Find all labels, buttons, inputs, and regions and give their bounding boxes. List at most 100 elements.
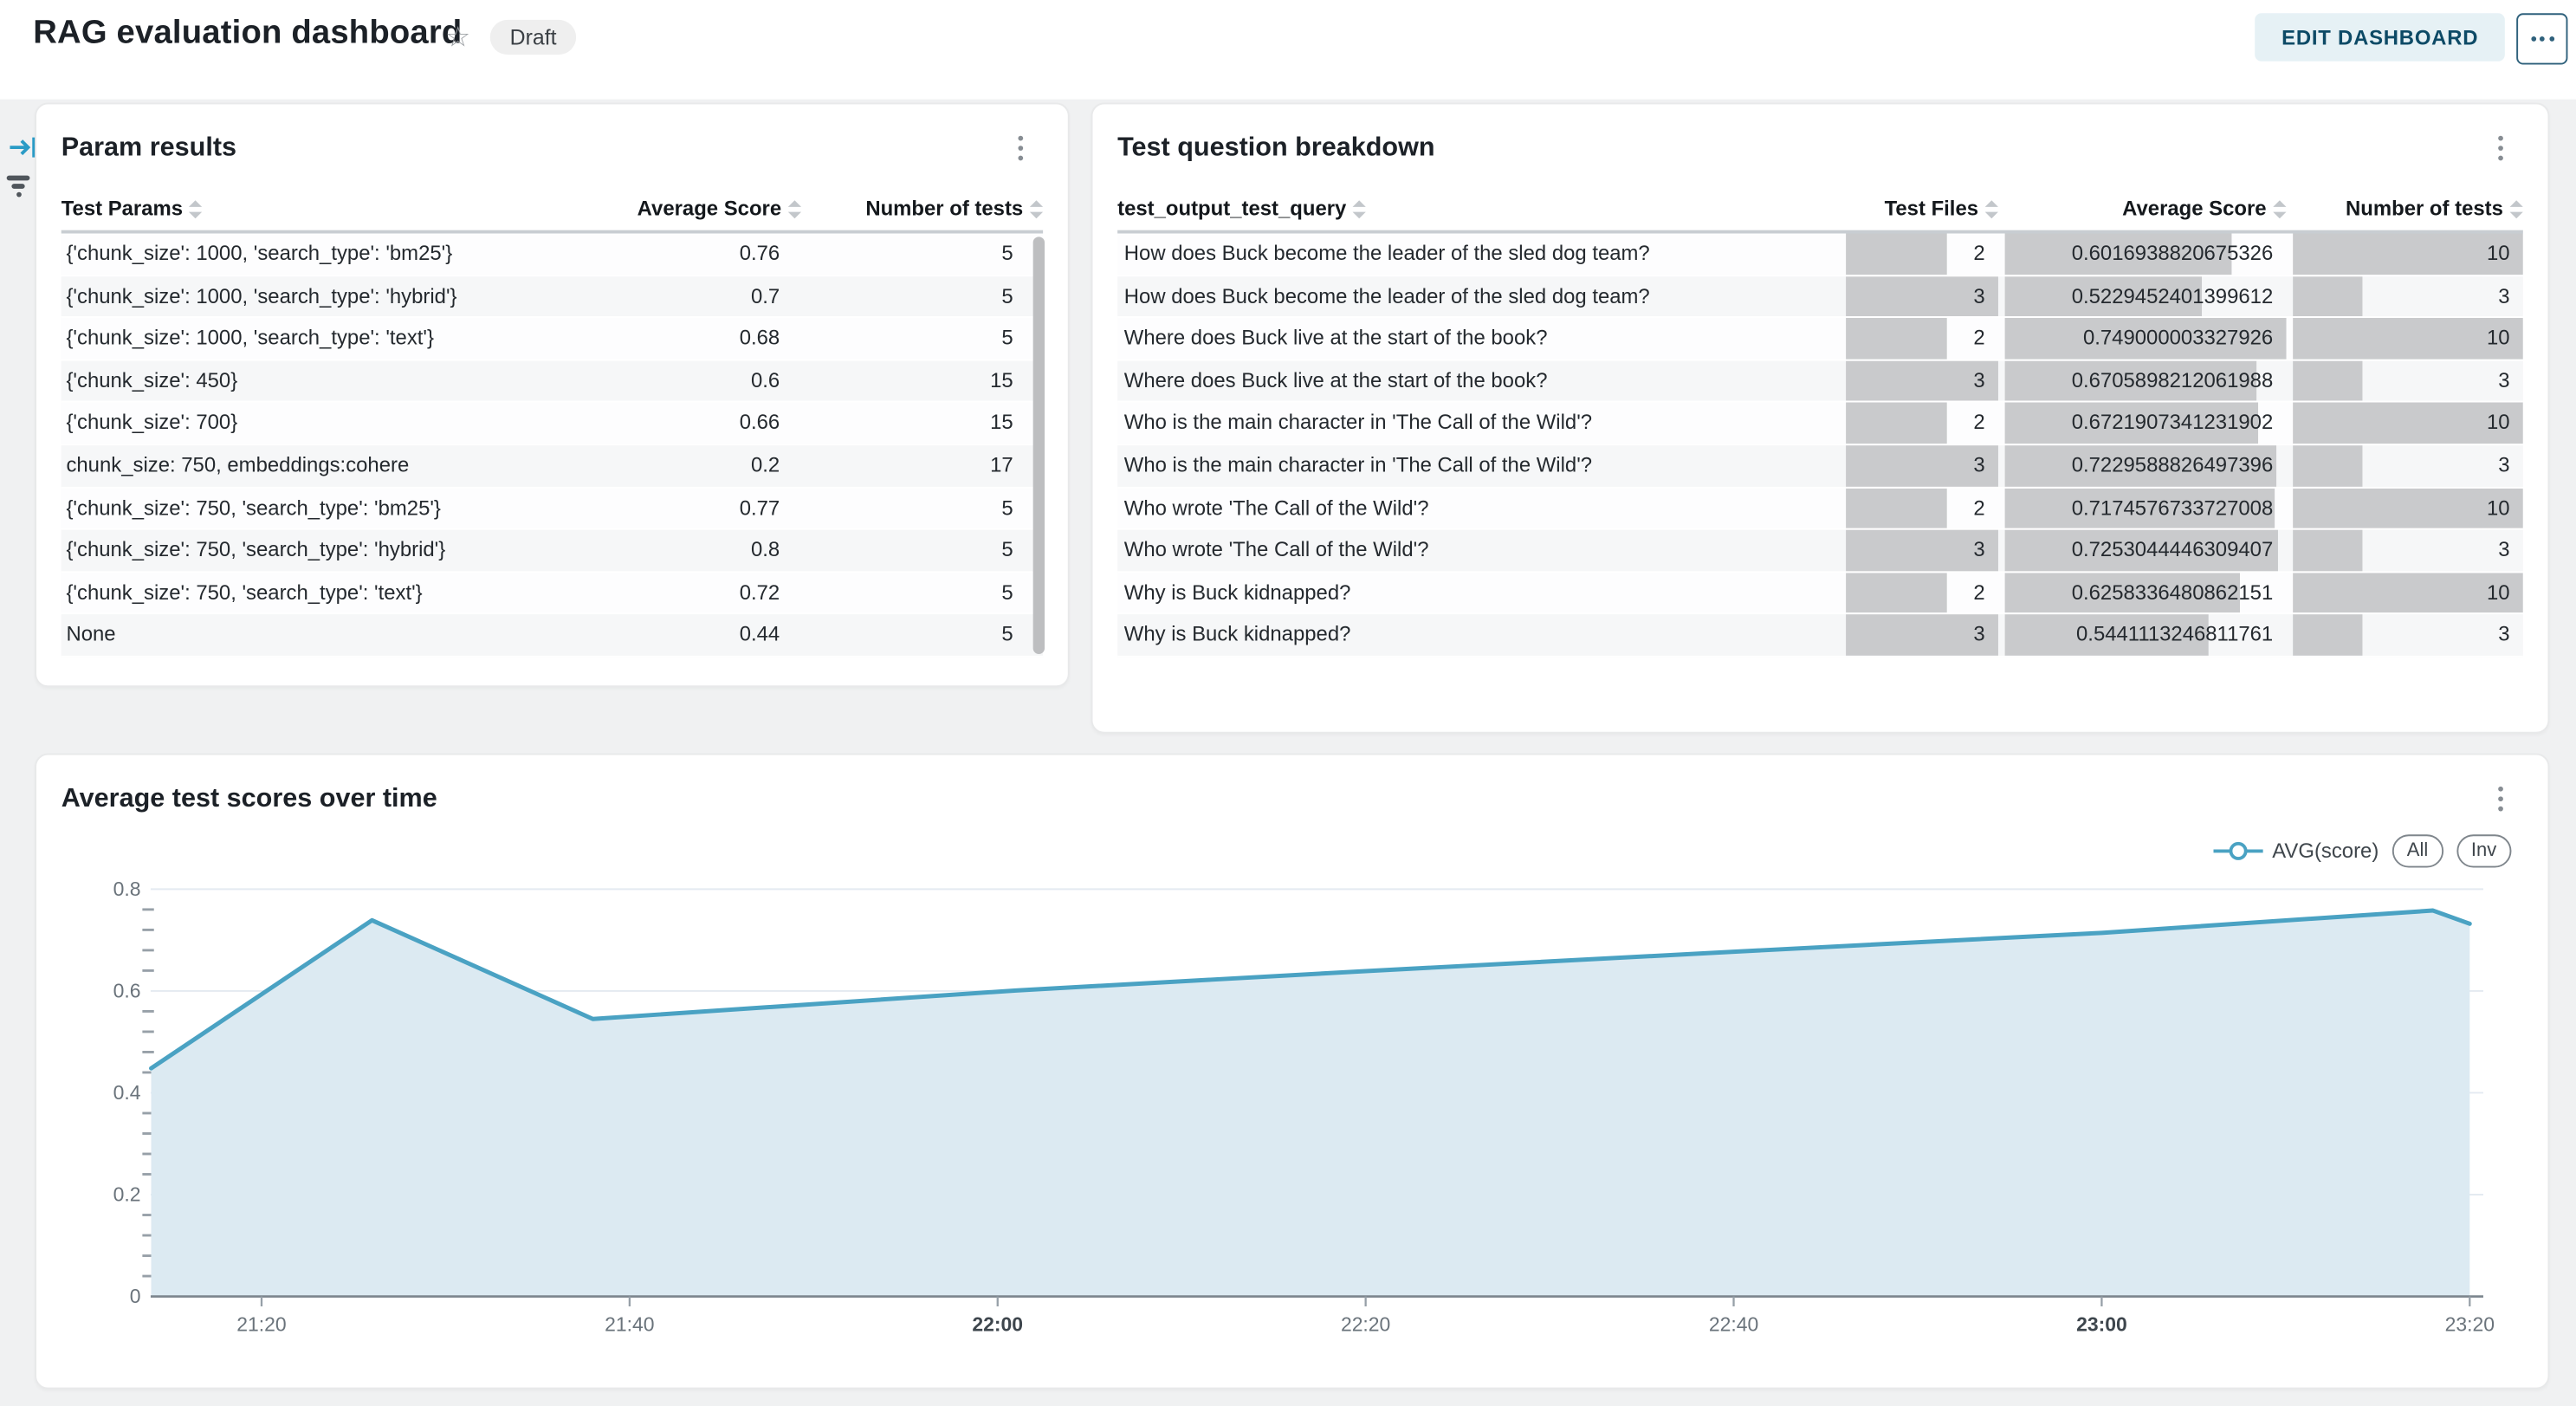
table-row: Why is Buck kidnapped? 2 0.6258336480862… [1117, 573, 2523, 615]
svg-text:23:20: 23:20 [2445, 1313, 2495, 1336]
param-results-card: Param results Test Params Average Score … [35, 103, 1070, 688]
legend-inv-button[interactable]: Inv [2456, 834, 2512, 867]
test-query-cell: Where does Buck live at the start of the… [1117, 318, 1839, 359]
sort-icon [1985, 199, 1998, 217]
column-header-average-score[interactable]: Average Score [470, 187, 801, 230]
star-icon[interactable]: ☆ [445, 22, 470, 55]
average-score-cell: 0.749000003327926 [2005, 318, 2287, 359]
legend-series-label: AVG(score) [2272, 839, 2379, 863]
average-score-cell: 0.5229452401399612 [2005, 275, 2287, 316]
svg-text:22:20: 22:20 [1341, 1313, 1390, 1336]
card-title: Test question breakdown [1117, 134, 1434, 164]
test-params-cell: None [61, 615, 470, 656]
kebab-menu-icon[interactable] [2493, 131, 2508, 165]
svg-text:21:40: 21:40 [605, 1313, 654, 1336]
test-files-cell: 3 [1846, 275, 1998, 316]
test-files-cell: 2 [1846, 233, 1998, 274]
table-row: {'chunk_size': 700} 0.66 15 [61, 403, 1043, 445]
average-score-cell: 0.2 [470, 445, 801, 486]
svg-text:0.2: 0.2 [113, 1183, 141, 1206]
question-breakdown-card: Test question breakdown test_output_test… [1091, 103, 2550, 734]
number-of-tests-cell: 5 [801, 615, 1043, 656]
number-of-tests-cell: 15 [801, 403, 1043, 444]
average-score-cell: 0.8 [470, 530, 801, 571]
column-header-test-files[interactable]: Test Files [1846, 187, 1998, 230]
average-score-cell: 0.7 [470, 275, 801, 316]
table-scrollbar[interactable] [1033, 236, 1045, 654]
table-header-row: Test Params Average Score Number of test… [61, 187, 1043, 234]
number-of-tests-cell: 10 [2293, 318, 2523, 359]
table-row: Where does Buck live at the start of the… [1117, 318, 2523, 360]
table-row: chunk_size: 750, embeddings:cohere 0.2 1… [61, 445, 1043, 488]
column-header-number-of-tests[interactable]: Number of tests [2293, 187, 2523, 230]
table-row: How does Buck become the leader of the s… [1117, 233, 2523, 275]
sort-icon [788, 199, 801, 217]
chart-legend: AVG(score) All Inv [2212, 834, 2511, 867]
table-row: {'chunk_size': 450} 0.6 15 [61, 360, 1043, 403]
test-files-cell: 3 [1846, 615, 1998, 656]
number-of-tests-cell: 5 [801, 275, 1043, 316]
filter-icon[interactable] [5, 176, 32, 197]
table-row: {'chunk_size': 1000, 'search_type': 'tex… [61, 318, 1043, 360]
number-of-tests-cell: 10 [2293, 488, 2523, 528]
test-files-cell: 3 [1846, 445, 1998, 486]
kebab-menu-icon[interactable] [2493, 781, 2508, 816]
test-files-cell: 2 [1846, 318, 1998, 359]
average-score-cell: 0.68 [470, 318, 801, 359]
average-score-cell: 0.6721907341231902 [2005, 403, 2287, 444]
line-marker-icon [2212, 841, 2262, 861]
column-header-test-query[interactable]: test_output_test_query [1117, 187, 1839, 230]
table-row: Why is Buck kidnapped? 3 0.5441113246811… [1117, 615, 2523, 658]
table-row: {'chunk_size': 1000, 'search_type': 'hyb… [61, 275, 1043, 318]
collapse-panel-icon[interactable] [9, 136, 38, 167]
test-params-cell: {'chunk_size': 750, 'search_type': 'bm25… [61, 488, 470, 528]
average-score-cell: 0.6016938820675326 [2005, 233, 2287, 274]
card-title: Average test scores over time [61, 785, 437, 814]
sort-icon [1353, 199, 1366, 217]
sort-icon [2510, 199, 2523, 217]
number-of-tests-cell: 5 [801, 573, 1043, 613]
test-files-cell: 2 [1846, 403, 1998, 444]
test-query-cell: Who wrote 'The Call of the Wild'? [1117, 530, 1839, 571]
question-breakdown-table: test_output_test_query Test Files Averag… [1117, 187, 2523, 658]
number-of-tests-cell: 5 [801, 318, 1043, 359]
scores-over-time-card: Average test scores over time AVG(score)… [35, 754, 2549, 1390]
column-header-test-params[interactable]: Test Params [61, 187, 470, 230]
legend-series-avg-score[interactable]: AVG(score) [2212, 839, 2379, 863]
svg-text:22:00: 22:00 [972, 1313, 1023, 1336]
test-params-cell: {'chunk_size': 750, 'search_type': 'hybr… [61, 530, 470, 571]
average-score-cell: 0.6705898212061988 [2005, 360, 2287, 401]
sort-icon [2273, 199, 2286, 217]
average-score-cell: 0.72 [470, 573, 801, 613]
test-files-cell: 3 [1846, 360, 1998, 401]
status-badge: Draft [490, 20, 577, 55]
average-score-cell: 0.77 [470, 488, 801, 528]
test-query-cell: Who is the main character in 'The Call o… [1117, 445, 1839, 486]
number-of-tests-cell: 3 [2293, 275, 2523, 316]
svg-text:23:00: 23:00 [2076, 1313, 2127, 1336]
column-header-average-score[interactable]: Average Score [2005, 187, 2287, 230]
test-params-cell: {'chunk_size': 1000, 'search_type': 'tex… [61, 318, 470, 359]
edit-dashboard-button[interactable]: EDIT DASHBOARD [2256, 13, 2505, 61]
table-row: {'chunk_size': 1000, 'search_type': 'bm2… [61, 233, 1043, 275]
test-params-cell: {'chunk_size': 1000, 'search_type': 'bm2… [61, 233, 470, 274]
average-score-cell: 0.7174576733727008 [2005, 488, 2287, 528]
test-query-cell: How does Buck become the leader of the s… [1117, 233, 1839, 274]
number-of-tests-cell: 10 [2293, 233, 2523, 274]
number-of-tests-cell: 3 [2293, 615, 2523, 656]
test-query-cell: Where does Buck live at the start of the… [1117, 360, 1839, 401]
area-chart: 00.20.40.60.821:2021:4022:0022:2022:4023… [36, 755, 2547, 1388]
table-row: How does Buck become the leader of the s… [1117, 275, 2523, 318]
average-score-cell: 0.76 [470, 233, 801, 274]
test-params-cell: {'chunk_size': 450} [61, 360, 470, 401]
number-of-tests-cell: 5 [801, 530, 1043, 571]
test-query-cell: Why is Buck kidnapped? [1117, 615, 1839, 656]
kebab-menu-icon[interactable] [1013, 131, 1028, 165]
svg-text:21:20: 21:20 [236, 1313, 286, 1336]
test-query-cell: Who wrote 'The Call of the Wild'? [1117, 488, 1839, 528]
table-header-row: test_output_test_query Test Files Averag… [1117, 187, 2523, 234]
column-header-number-of-tests[interactable]: Number of tests [801, 187, 1043, 230]
legend-all-button[interactable]: All [2392, 834, 2443, 867]
test-params-cell: {'chunk_size': 750, 'search_type': 'text… [61, 573, 470, 613]
more-menu-button[interactable] [2516, 13, 2567, 64]
